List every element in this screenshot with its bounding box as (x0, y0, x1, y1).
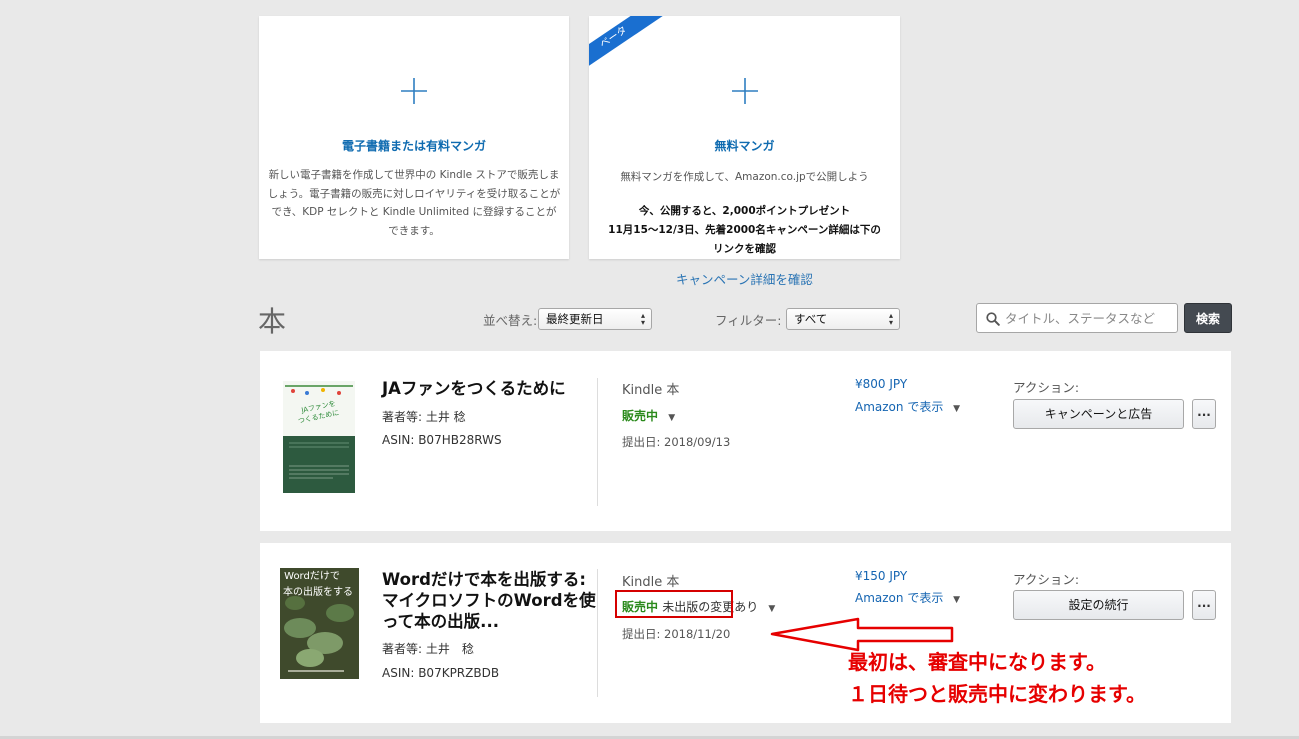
action-label: アクション: (1013, 572, 1080, 587)
campaign-details-link[interactable]: キャンペーン詳細を確認 (676, 269, 813, 288)
dropdown-caret-icon[interactable]: ▼ (668, 413, 675, 423)
submitted-date: 提出日: 2018/09/13 (622, 435, 731, 449)
view-on-amazon-label: Amazon で表示 (855, 400, 944, 414)
more-actions-button[interactable]: ... (1192, 590, 1216, 620)
card-title[interactable]: 電子書籍または有料マンガ (259, 137, 569, 154)
card-description: 新しい電子書籍を作成して世界中の Kindle ストアで販売しましょう。電子書籍… (267, 169, 561, 237)
action-label: アクション: (1013, 380, 1080, 395)
promo-line-1: 今、公開すると、2,000ポイントプレゼント (638, 205, 851, 217)
book-cover-image[interactable]: JAファンを つくるために (283, 381, 355, 493)
search-button[interactable]: 検索 (1184, 303, 1232, 333)
filter-select[interactable]: すべて ▴ ▾ (786, 308, 900, 330)
continue-setup-button[interactable]: 設定の続行 (1013, 590, 1184, 620)
card-title[interactable]: 無料マンガ (589, 137, 900, 154)
submitted-date: 提出日: 2018/11/20 (622, 627, 731, 641)
updown-caret-icon: ▴ ▾ (640, 311, 645, 327)
book-status[interactable]: 販売中 ▼ (622, 407, 675, 424)
svg-text:Wordだけで: Wordだけで (284, 570, 340, 582)
search-box[interactable] (976, 303, 1178, 333)
filter-value: すべて (794, 312, 828, 326)
sort-label: 並べ替え: (483, 313, 538, 328)
dropdown-caret-icon[interactable]: ▼ (953, 595, 960, 605)
book-format: Kindle 本 (622, 383, 680, 398)
column-divider (597, 378, 598, 506)
book-row: JAファンを つくるために JAファンをつくるために 著者等: 土井 稔 ASI… (260, 351, 1231, 531)
book-asin: ASIN: B07HB28RWS (382, 433, 502, 447)
dropdown-caret-icon[interactable]: ▼ (768, 604, 775, 614)
promo-text: 今、公開すると、2,000ポイントプレゼント 11月15～12/3日、先着200… (597, 202, 892, 259)
status-label: 販売中 (622, 409, 659, 423)
highlight-box (615, 590, 733, 618)
view-on-amazon-link[interactable]: Amazon で表示 ▼ (855, 589, 960, 606)
view-on-amazon-label: Amazon で表示 (855, 591, 944, 605)
book-asin: ASIN: B07KPRZBDB (382, 666, 500, 680)
column-divider (597, 569, 598, 697)
book-price: ¥800 JPY (855, 377, 908, 391)
book-author: 著者等: 土井 稔 (382, 642, 474, 656)
more-actions-button[interactable]: ... (1192, 399, 1216, 429)
sort-select[interactable]: 最終更新日 ▴ ▾ (538, 308, 652, 330)
card-description: 無料マンガを作成して、Amazon.co.jpで公開しよう (620, 171, 869, 183)
view-on-amazon-link[interactable]: Amazon で表示 ▼ (855, 398, 960, 415)
filter-label: フィルター: (715, 313, 782, 328)
annotation-line-2: １日待つと販売中に変わります。 (848, 682, 1146, 706)
annotation-line-1: 最初は、審査中になります。 (848, 650, 1106, 674)
search-icon (986, 312, 1000, 326)
book-title[interactable]: Wordだけで本を出版する: マイクロソフトのWordを使って本の出版... (382, 569, 597, 632)
promo-line-2: 11月15～12/3日、先着2000名キャンペーン詳細は下のリンクを確認 (608, 224, 881, 255)
create-ebook-card[interactable]: 電子書籍または有料マンガ 新しい電子書籍を作成して世界中の Kindle ストア… (259, 16, 569, 259)
book-author: 著者等: 土井 稔 (382, 410, 466, 424)
svg-text:本の出版をする: 本の出版をする (283, 585, 353, 598)
dropdown-caret-icon[interactable]: ▼ (953, 404, 960, 414)
create-free-manga-card[interactable]: ベータ 無料マンガ 無料マンガを作成して、Amazon.co.jpで公開しよう … (589, 16, 900, 259)
section-title: 本 (258, 305, 287, 338)
book-price: ¥150 JPY (855, 569, 908, 583)
search-input[interactable] (1005, 308, 1173, 328)
book-cover-image[interactable]: Wordだけで 本の出版をする (280, 568, 359, 679)
book-format: Kindle 本 (622, 575, 680, 590)
beta-badge: ベータ (589, 16, 665, 77)
updown-caret-icon: ▴ ▾ (888, 311, 893, 327)
campaign-ads-button[interactable]: キャンペーンと広告 (1013, 399, 1184, 429)
sort-value: 最終更新日 (546, 312, 604, 326)
add-icon[interactable] (259, 76, 569, 122)
add-icon[interactable] (589, 76, 900, 122)
book-title[interactable]: JAファンをつくるために (382, 378, 566, 399)
